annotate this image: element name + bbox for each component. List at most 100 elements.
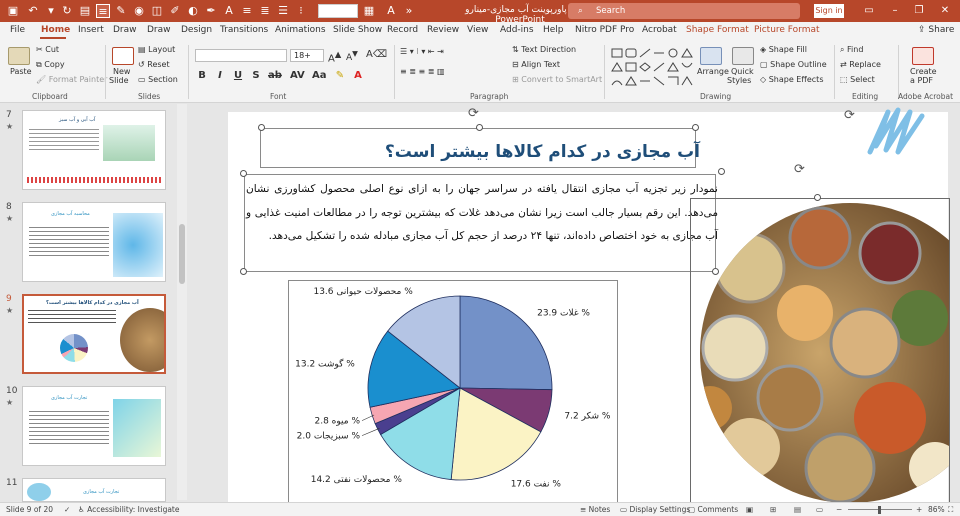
arrange-icon[interactable] xyxy=(700,47,722,65)
increase-font-icon[interactable]: A▲ xyxy=(328,49,341,64)
numbering-icon[interactable]: ⁝ xyxy=(294,4,308,18)
arrange-button[interactable]: Arrange xyxy=(697,67,729,76)
pen-icon[interactable]: ✒ xyxy=(204,4,218,18)
align-text-button[interactable]: ⊟ Align Text xyxy=(512,60,560,69)
more-commands-icon[interactable]: » xyxy=(402,4,416,18)
slide-thumbnail-9[interactable]: آب مجازی در کدام کالاها بیشتر است؟ xyxy=(22,294,166,374)
align-left-icon[interactable]: ≡ xyxy=(240,4,254,18)
display-settings-button[interactable]: ▭ Display Settings xyxy=(620,505,690,514)
share-button[interactable]: ⇪ Share xyxy=(918,25,954,35)
shadow-icon[interactable]: S xyxy=(250,70,262,81)
scribble-shape[interactable] xyxy=(864,106,934,162)
ribbon-display-icon[interactable]: ▭ xyxy=(862,4,876,18)
font-color-icon[interactable]: A xyxy=(352,70,364,81)
chevron-down-icon[interactable]: ▾ xyxy=(44,4,58,18)
tab-transitions[interactable]: Transitions xyxy=(220,25,268,35)
tab-picture-format[interactable]: Picture Format xyxy=(754,25,820,35)
align-right-icon[interactable]: ≣ xyxy=(258,4,272,18)
tab-record[interactable]: Record xyxy=(387,25,418,35)
font-name-box[interactable] xyxy=(195,49,287,62)
underline-icon[interactable]: U xyxy=(232,70,244,81)
slideshow-view-icon[interactable]: ▭ xyxy=(816,505,823,514)
slide-title[interactable]: آب مجازی در کدام کالاها بیشتر است؟ xyxy=(260,134,700,170)
create-pdf-button-2[interactable]: a PDF xyxy=(910,76,933,85)
bold-icon[interactable]: B xyxy=(196,70,208,81)
tab-nitro-pdf[interactable]: Nitro PDF Pro xyxy=(575,25,634,35)
thumbnail-scrollbar[interactable] xyxy=(177,104,187,500)
resize-handle[interactable] xyxy=(240,268,247,275)
zoom-level[interactable]: 86% xyxy=(928,505,945,514)
text-box-icon[interactable]: A xyxy=(222,4,236,18)
resize-handle[interactable] xyxy=(240,170,247,177)
tab-acrobat[interactable]: Acrobat xyxy=(642,25,677,35)
sign-in-button[interactable]: Sign in xyxy=(814,4,844,18)
rotate-handle-icon[interactable]: ⟳ xyxy=(468,106,479,121)
restore-icon[interactable]: ❐ xyxy=(912,4,926,18)
font-size-box[interactable] xyxy=(318,4,358,18)
table-icon[interactable]: ▦ xyxy=(362,4,376,18)
select-button[interactable]: ⬚ Select xyxy=(840,75,875,84)
cut-button[interactable]: ✂ Cut xyxy=(36,45,59,54)
tab-draw[interactable]: Draw xyxy=(113,25,137,35)
bullets-icon[interactable]: ☰ ▾ ⁝ ▾ ⇤ ⇥ xyxy=(400,47,444,56)
resize-handle[interactable] xyxy=(718,168,725,175)
tab-view[interactable]: View xyxy=(467,25,488,35)
reading-view-icon[interactable]: ▤ xyxy=(794,505,801,514)
create-pdf-icon[interactable] xyxy=(912,47,934,65)
clear-format-icon[interactable]: A⌫ xyxy=(366,49,387,60)
rotate-handle-icon[interactable]: ⟳ xyxy=(844,108,855,123)
quick-styles-button-2[interactable]: Styles xyxy=(727,76,751,85)
zoom-out-icon[interactable]: − xyxy=(836,505,842,514)
find-button[interactable]: ⌕ Find xyxy=(840,45,863,55)
layout-button[interactable]: ▤ Layout xyxy=(138,45,175,54)
minimize-icon[interactable]: – xyxy=(888,4,902,18)
tab-file[interactable]: File xyxy=(10,25,25,35)
decrease-font-icon[interactable]: A▼ xyxy=(346,49,358,63)
paste-button[interactable]: Paste xyxy=(10,67,32,76)
paste-icon[interactable] xyxy=(8,47,30,65)
slide-thumbnail-8[interactable]: محاسبه آب مجازی xyxy=(22,202,166,282)
font-color-icon[interactable]: A xyxy=(384,4,398,18)
reset-button[interactable]: ↺ Reset xyxy=(138,60,170,69)
accessibility-button[interactable]: ♿ Accessibility: Investigate xyxy=(78,505,180,514)
new-slide-button-2[interactable]: Slide xyxy=(109,76,129,85)
tab-add-ins[interactable]: Add-ins xyxy=(500,25,534,35)
fit-slide-icon[interactable]: ⛶ xyxy=(948,505,953,515)
tab-review[interactable]: Review xyxy=(427,25,459,35)
zoom-slider-thumb[interactable] xyxy=(878,506,881,514)
tab-animations[interactable]: Animations xyxy=(275,25,326,35)
bullets-icon[interactable]: ☰ xyxy=(276,4,290,18)
tab-help[interactable]: Help xyxy=(543,25,564,35)
change-case-icon[interactable]: Aa xyxy=(312,70,327,81)
resize-handle[interactable] xyxy=(476,124,483,131)
start-from-beginning-icon[interactable]: ▤ xyxy=(78,4,92,18)
rotate-handle-icon[interactable]: ⟳ xyxy=(794,162,805,177)
eraser-icon[interactable]: ◫ xyxy=(150,4,164,18)
current-slide[interactable]: آب مجازی در کدام کالاها بیشتر است؟ نمودا… xyxy=(228,106,950,502)
touch-mode-icon[interactable]: ≡ xyxy=(96,4,110,18)
convert-smartart-button[interactable]: ⊞ Convert to SmartArt xyxy=(512,75,602,84)
scrollbar-thumb[interactable] xyxy=(179,224,185,284)
zoom-in-icon[interactable]: + xyxy=(916,505,922,514)
close-icon[interactable]: ✕ xyxy=(938,4,952,18)
new-slide-button[interactable]: New xyxy=(113,67,130,76)
replace-button[interactable]: ⇄ Replace xyxy=(840,60,881,69)
resize-handle[interactable] xyxy=(814,194,821,201)
shape-outline-button[interactable]: ▢ Shape Outline xyxy=(760,60,827,69)
shape-fill-button[interactable]: ◈ Shape Fill xyxy=(760,45,807,54)
section-button[interactable]: ▭ Section xyxy=(138,75,178,84)
shapes-gallery[interactable] xyxy=(610,47,704,89)
slide-thumbnail-7[interactable]: آب آبی و آب سبز xyxy=(22,110,166,190)
spell-check-icon[interactable]: ✓ xyxy=(64,505,70,514)
undo-icon[interactable]: ↶ xyxy=(26,4,40,18)
highlight-icon[interactable]: ✎ xyxy=(334,70,346,81)
search-input[interactable]: ⌕ Search xyxy=(568,3,800,19)
alignment-icons[interactable]: ≡ ≣ ≡ ≣ ▥ xyxy=(400,67,445,76)
tab-shape-format[interactable]: Shape Format xyxy=(686,25,749,35)
italic-icon[interactable]: I xyxy=(214,70,226,81)
tab-draw-2[interactable]: Draw xyxy=(147,25,171,35)
resize-handle[interactable] xyxy=(258,124,265,131)
copy-button[interactable]: ⧉ Copy xyxy=(36,60,65,70)
draw-icon[interactable]: ✎ xyxy=(114,4,128,18)
comments-button[interactable]: ▢ Comments xyxy=(688,505,738,514)
